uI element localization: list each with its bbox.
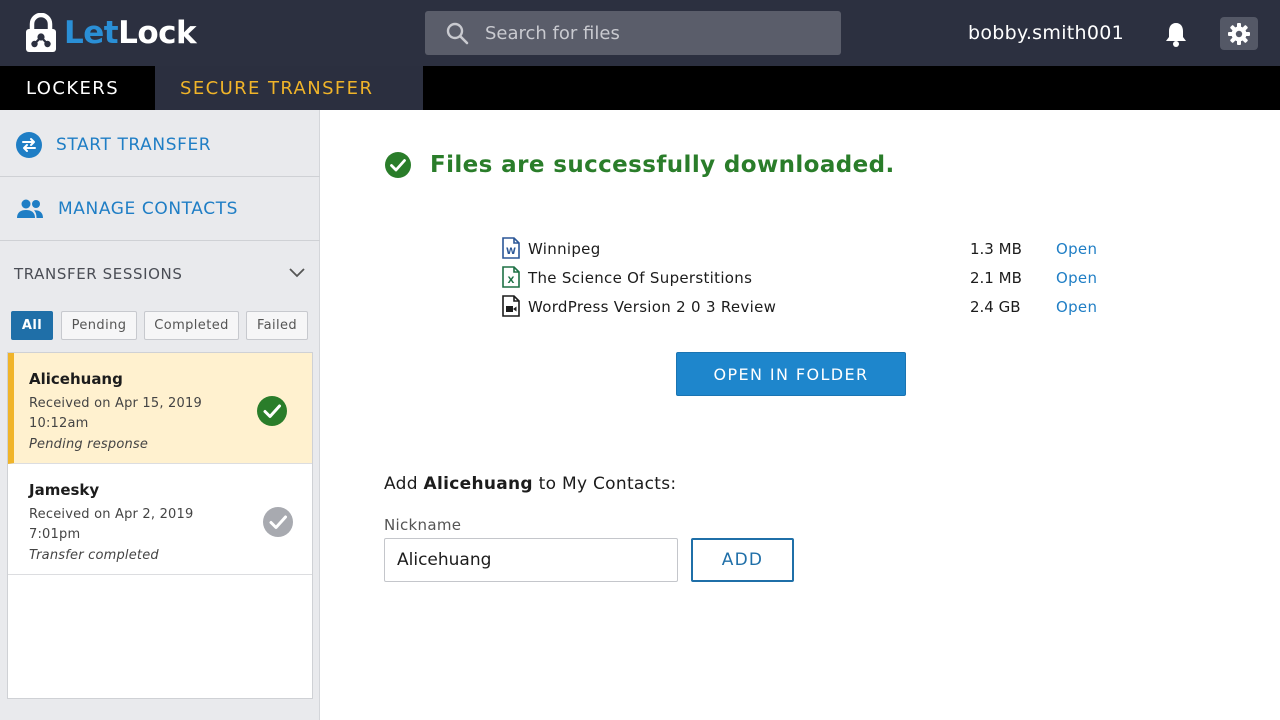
success-check-icon xyxy=(385,152,411,178)
add-contact-suffix: to My Contacts: xyxy=(532,474,677,494)
file-size: 2.1 MB xyxy=(970,269,1022,287)
svg-text:X: X xyxy=(508,276,515,286)
word-doc-icon: W xyxy=(502,237,520,259)
file-name: WordPress Version 2 0 3 Review xyxy=(528,298,777,316)
tab-secure-transfer[interactable]: SECURE TRANSFER xyxy=(155,66,423,110)
file-name: The Science Of Superstitions xyxy=(528,269,753,287)
session-list: Alicehuang Received on Apr 15, 2019 10:1… xyxy=(7,352,313,699)
sidebar: START TRANSFER MANAGE CONTACTS TRANSFER … xyxy=(0,110,320,720)
session-time: 7:01pm xyxy=(29,527,81,542)
transfer-arrows-icon xyxy=(16,131,42,158)
transfer-sessions-title: TRANSFER SESSIONS xyxy=(14,265,183,283)
session-status: Transfer completed xyxy=(29,548,159,563)
logo-part-lock: Lock xyxy=(118,15,197,51)
filter-failed[interactable]: Failed xyxy=(246,311,308,340)
file-row: WordPress Version 2 0 3 Review 2.4 GB Op… xyxy=(502,294,1122,320)
nickname-label: Nickname xyxy=(384,516,462,534)
success-banner: Files are successfully downloaded. xyxy=(384,151,895,179)
session-date: Received on Apr 2, 2019 xyxy=(29,507,194,522)
padlock-icon xyxy=(26,13,56,52)
add-contact-name: Alicehuang xyxy=(423,474,533,494)
tab-lockers[interactable]: LOCKERS xyxy=(0,66,155,110)
success-message: Files are successfully downloaded. xyxy=(430,152,895,178)
file-row: W Winnipeg 1.3 MB Open xyxy=(502,236,1122,262)
bell-icon xyxy=(1166,23,1186,47)
notifications-button[interactable] xyxy=(1162,20,1190,52)
chevron-down-icon[interactable] xyxy=(288,266,306,280)
session-name: Jamesky xyxy=(29,481,100,499)
gear-icon xyxy=(1228,22,1250,45)
open-in-folder-button[interactable]: OPEN IN FOLDER xyxy=(676,352,906,396)
filter-all[interactable]: All xyxy=(11,311,53,340)
search-bar[interactable] xyxy=(425,11,841,55)
app-header: LetLock bobby.smith001 xyxy=(0,0,1280,66)
file-name: Winnipeg xyxy=(528,240,601,258)
add-contact-button[interactable]: ADD xyxy=(691,538,794,582)
filter-pending[interactable]: Pending xyxy=(61,311,137,340)
session-item[interactable]: Jamesky Received on Apr 2, 2019 7:01pm T… xyxy=(8,464,312,575)
user-name[interactable]: bobby.smith001 xyxy=(968,22,1124,44)
svg-text:W: W xyxy=(506,247,516,257)
manage-contacts-label: MANAGE CONTACTS xyxy=(58,198,239,219)
main-nav: LOCKERS SECURE TRANSFER xyxy=(0,66,1280,110)
video-file-icon xyxy=(502,295,520,317)
excel-doc-icon: X xyxy=(502,266,520,288)
session-time: 10:12am xyxy=(29,416,89,431)
open-file-link[interactable]: Open xyxy=(1056,269,1097,287)
settings-button[interactable] xyxy=(1220,17,1258,50)
open-file-link[interactable]: Open xyxy=(1056,240,1097,258)
file-row: X The Science Of Superstitions 2.1 MB Op… xyxy=(502,265,1122,291)
contacts-icon xyxy=(17,199,43,218)
session-status: Pending response xyxy=(29,437,149,452)
manage-contacts-button[interactable]: MANAGE CONTACTS xyxy=(0,177,320,241)
search-input[interactable] xyxy=(485,22,805,44)
app-logo[interactable]: LetLock xyxy=(24,12,197,54)
check-circle-icon xyxy=(263,507,293,537)
check-circle-icon xyxy=(257,396,287,426)
filter-completed[interactable]: Completed xyxy=(144,311,239,340)
logo-part-let: Let xyxy=(64,15,119,51)
file-size: 2.4 GB xyxy=(970,298,1021,316)
add-contact-prompt: Add Alicehuang to My Contacts: xyxy=(384,474,676,494)
app-logo-text: LetLock xyxy=(64,15,197,51)
nickname-input[interactable] xyxy=(384,538,678,582)
start-transfer-button[interactable]: START TRANSFER xyxy=(0,113,320,177)
open-file-link[interactable]: Open xyxy=(1056,298,1097,316)
start-transfer-label: START TRANSFER xyxy=(56,134,212,155)
add-contact-prefix: Add xyxy=(384,474,424,494)
session-name: Alicehuang xyxy=(29,370,123,388)
search-icon xyxy=(446,22,469,45)
file-size: 1.3 MB xyxy=(970,240,1022,258)
session-item[interactable]: Alicehuang Received on Apr 15, 2019 10:1… xyxy=(8,353,312,464)
session-date: Received on Apr 15, 2019 xyxy=(29,396,202,411)
